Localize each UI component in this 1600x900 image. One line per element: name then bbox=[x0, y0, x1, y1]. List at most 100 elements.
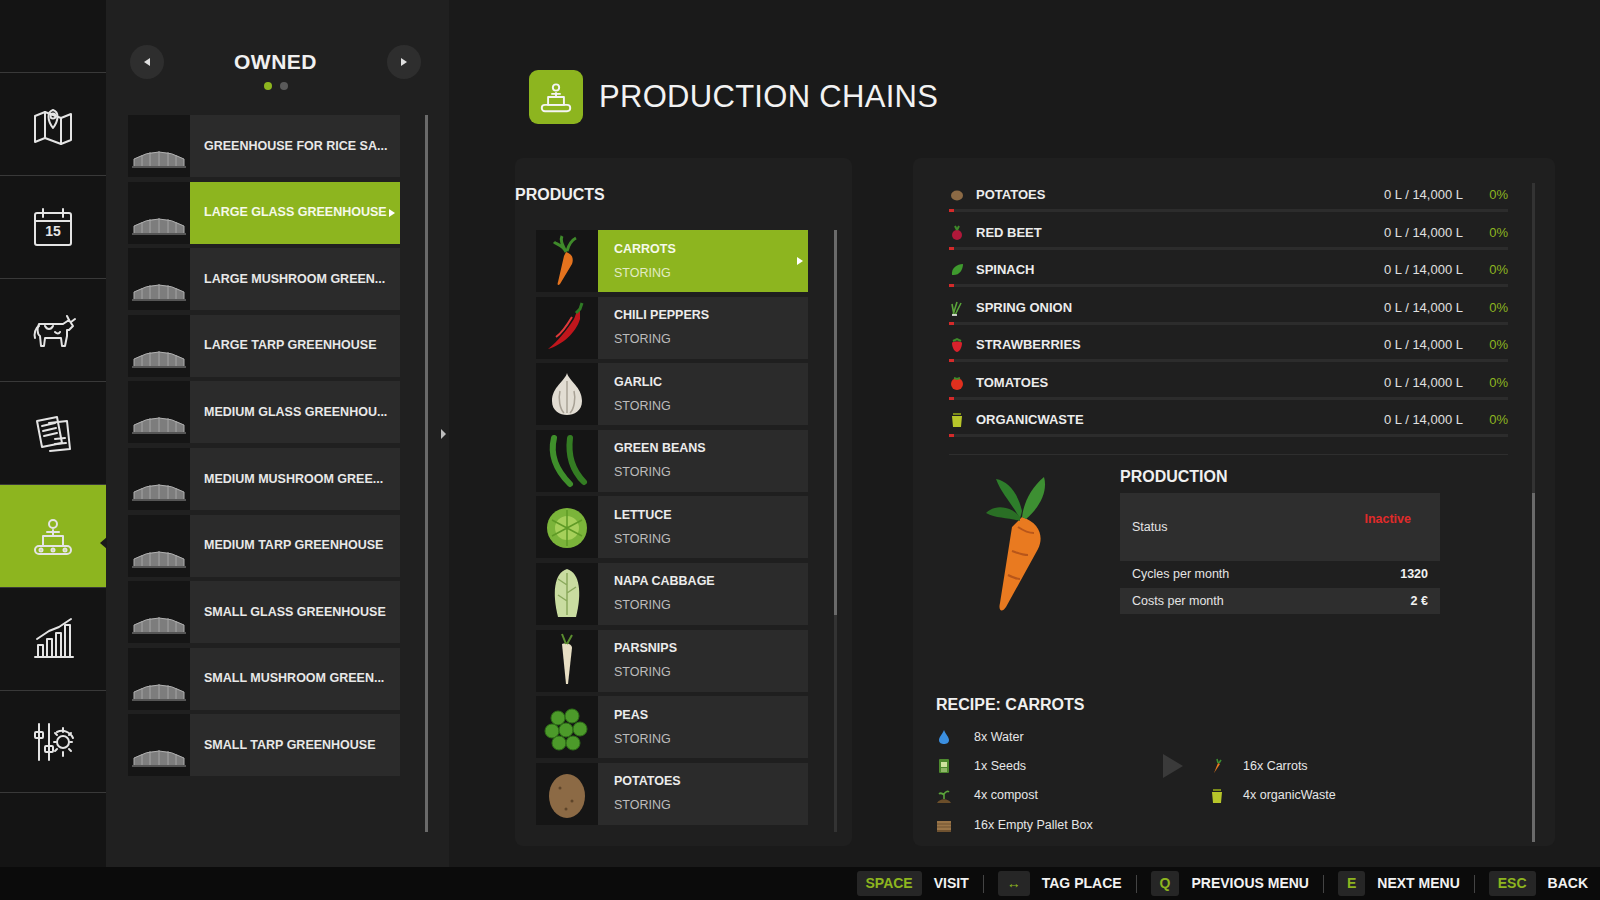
menu-tab[interactable]: 15 bbox=[0, 175, 106, 278]
owned-item-label[interactable]: GREENHOUSE FOR RICE SA... bbox=[190, 115, 400, 177]
scrollbar-thumb[interactable] bbox=[425, 115, 428, 832]
product-texts: POTATOESSTORING bbox=[614, 774, 681, 813]
storage-bar-fill bbox=[949, 359, 954, 362]
product-item[interactable]: POTATOESSTORING bbox=[536, 763, 808, 825]
owned-item-name: MEDIUM MUSHROOM GREE... bbox=[204, 470, 383, 489]
production-label: Status bbox=[1132, 518, 1167, 537]
recipe-input: 1x Seeds bbox=[936, 752, 1161, 781]
owned-item-label[interactable]: LARGE GLASS GREENHOUSE bbox=[190, 182, 400, 244]
storage-row: TOMATOES0 L / 14,000 L0% bbox=[949, 371, 1508, 409]
owned-item-label[interactable]: MEDIUM MUSHROOM GREE... bbox=[190, 448, 400, 510]
hint-separator bbox=[1136, 875, 1137, 893]
storage-name: SPINACH bbox=[976, 260, 1035, 280]
key-hint[interactable]: ESCBACK bbox=[1489, 871, 1588, 896]
product-name: PEAS bbox=[614, 708, 671, 723]
owned-item-name: SMALL GLASS GREENHOUSE bbox=[204, 603, 386, 622]
owned-item[interactable]: LARGE TARP GREENHOUSE bbox=[128, 315, 400, 377]
owned-item-label[interactable]: LARGE TARP GREENHOUSE bbox=[190, 315, 400, 377]
product-item[interactable]: LETTUCESTORING bbox=[536, 496, 808, 558]
product-label[interactable]: NAPA CABBAGESTORING bbox=[598, 563, 808, 625]
product-item[interactable]: PARSNIPSSTORING bbox=[536, 630, 808, 692]
product-label[interactable]: CHILI PEPPERSSTORING bbox=[598, 297, 808, 359]
product-item[interactable]: PEASSTORING bbox=[536, 696, 808, 758]
storage-percent: 0% bbox=[1463, 260, 1508, 280]
menu-tab[interactable] bbox=[0, 484, 106, 587]
product-label[interactable]: LETTUCESTORING bbox=[598, 496, 808, 558]
key-hint[interactable]: SPACEVISIT bbox=[857, 871, 969, 896]
production-icon bbox=[29, 512, 77, 560]
owned-item-label[interactable]: LARGE MUSHROOM GREEN... bbox=[190, 248, 400, 310]
owned-item[interactable]: SMALL GLASS GREENHOUSE bbox=[128, 581, 400, 643]
storage-bar bbox=[949, 284, 1508, 287]
product-label[interactable]: CARROTSSTORING bbox=[598, 230, 808, 292]
selection-arrow-icon bbox=[100, 530, 107, 542]
menu-tab[interactable] bbox=[0, 278, 106, 381]
owned-item[interactable]: LARGE MUSHROOM GREEN... bbox=[128, 248, 400, 310]
product-status: STORING bbox=[614, 598, 715, 613]
product-item[interactable]: CARROTSSTORING bbox=[536, 230, 808, 292]
product-label[interactable]: GARLICSTORING bbox=[598, 363, 808, 425]
owned-panel: OWNEDGREENHOUSE FOR RICE SA...LARGE GLAS… bbox=[106, 0, 449, 867]
scrollbar[interactable] bbox=[425, 115, 428, 832]
owned-item[interactable]: MEDIUM GLASS GREENHOU... bbox=[128, 381, 400, 443]
menu-tab[interactable] bbox=[0, 690, 106, 793]
product-label[interactable]: PEASSTORING bbox=[598, 696, 808, 758]
product-status: STORING bbox=[614, 465, 706, 480]
product-status: STORING bbox=[614, 665, 677, 680]
storage-name: ORGANICWASTE bbox=[976, 410, 1084, 430]
owned-item-label[interactable]: MEDIUM GLASS GREENHOU... bbox=[190, 381, 400, 443]
collapse-strip[interactable] bbox=[437, 0, 449, 867]
production-row: Cycles per month1320 bbox=[1120, 561, 1440, 588]
owned-item[interactable]: SMALL TARP GREENHOUSE bbox=[128, 714, 400, 776]
product-item[interactable]: GREEN BEANSSTORING bbox=[536, 430, 808, 492]
scrollbar[interactable] bbox=[834, 230, 837, 832]
owned-item[interactable]: GREENHOUSE FOR RICE SA... bbox=[128, 115, 400, 177]
products-list: CARROTSSTORINGCHILI PEPPERSSTORINGGARLIC… bbox=[536, 230, 808, 840]
spring-onion-icon bbox=[949, 300, 965, 316]
menu-rail: 15 bbox=[0, 0, 106, 867]
products-title: PRODUCTS bbox=[515, 185, 852, 205]
hint-separator bbox=[1474, 875, 1475, 893]
greenhouse-icon bbox=[128, 381, 190, 443]
product-texts: NAPA CABBAGESTORING bbox=[614, 574, 715, 613]
owned-item-label[interactable]: SMALL TARP GREENHOUSE bbox=[190, 714, 400, 776]
scrollbar[interactable] bbox=[1532, 183, 1535, 842]
chili-pepper-icon bbox=[536, 297, 598, 359]
owned-item[interactable]: MEDIUM TARP GREENHOUSE bbox=[128, 515, 400, 577]
page-dots bbox=[130, 81, 421, 91]
scrollbar-thumb[interactable] bbox=[1532, 493, 1535, 842]
menu-tab[interactable] bbox=[0, 381, 106, 484]
menu-tab[interactable] bbox=[0, 72, 106, 175]
owned-item[interactable]: SMALL MUSHROOM GREEN... bbox=[128, 648, 400, 710]
product-texts: PEASSTORING bbox=[614, 708, 671, 747]
owned-item-label[interactable]: MEDIUM TARP GREENHOUSE bbox=[190, 515, 400, 577]
product-label[interactable]: PARSNIPSSTORING bbox=[598, 630, 808, 692]
page-dot[interactable] bbox=[280, 82, 288, 90]
product-item[interactable]: NAPA CABBAGESTORING bbox=[536, 563, 808, 625]
page-dot[interactable] bbox=[264, 82, 272, 90]
product-label[interactable]: POTATOESSTORING bbox=[598, 763, 808, 825]
greenhouse-icon bbox=[128, 182, 190, 244]
menu-tab[interactable] bbox=[0, 587, 106, 690]
product-item[interactable]: CHILI PEPPERSSTORING bbox=[536, 297, 808, 359]
owned-item[interactable]: MEDIUM MUSHROOM GREE... bbox=[128, 448, 400, 510]
owned-item[interactable]: LARGE GLASS GREENHOUSE bbox=[128, 182, 400, 244]
next-page-button[interactable] bbox=[387, 45, 421, 79]
key-cap: ESC bbox=[1489, 871, 1536, 896]
key-hint[interactable]: ENEXT MENU bbox=[1338, 871, 1460, 896]
spinach-icon bbox=[949, 262, 965, 278]
product-item[interactable]: GARLICSTORING bbox=[536, 363, 808, 425]
key-hint[interactable]: QPREVIOUS MENU bbox=[1151, 871, 1309, 896]
owned-item-label[interactable]: SMALL GLASS GREENHOUSE bbox=[190, 581, 400, 643]
storage-row: RED BEET0 L / 14,000 L0% bbox=[949, 221, 1508, 259]
owned-item-label[interactable]: SMALL MUSHROOM GREEN... bbox=[190, 648, 400, 710]
greenhouse-icon bbox=[128, 648, 190, 710]
previous-page-button[interactable] bbox=[130, 45, 164, 79]
chart-icon bbox=[29, 615, 77, 663]
game-menu: 15 OWNEDGREENHOUSE FOR RICE SA...LARGE G… bbox=[0, 0, 1600, 900]
scrollbar-thumb[interactable] bbox=[834, 230, 837, 615]
calendar-icon: 15 bbox=[29, 203, 77, 251]
product-label[interactable]: GREEN BEANSSTORING bbox=[598, 430, 808, 492]
production-section: PRODUCTIONStatusInactiveCycles per month… bbox=[936, 455, 1508, 695]
key-hint[interactable]: ↔TAG PLACE bbox=[998, 871, 1122, 896]
